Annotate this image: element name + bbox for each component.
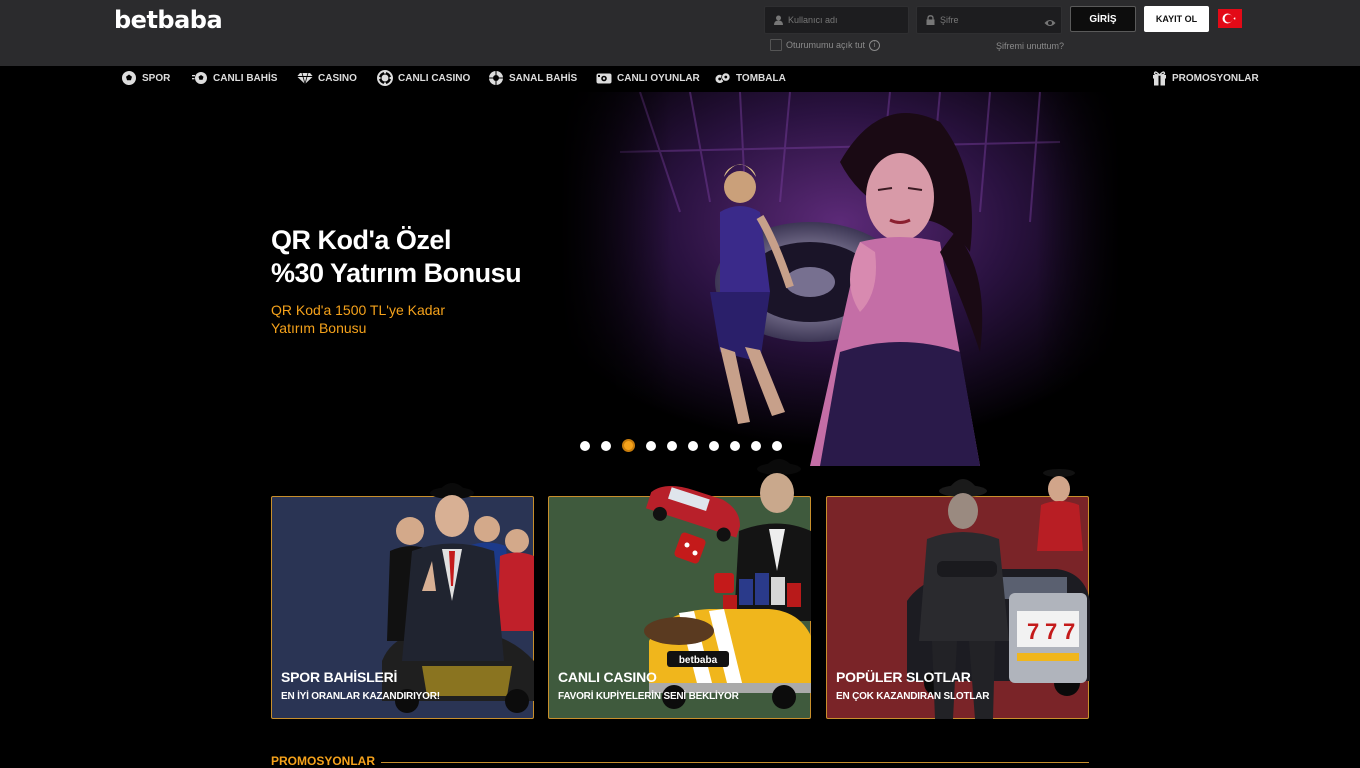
slider-dot[interactable] <box>601 440 611 451</box>
nav-item-label: CANLI CASINO <box>398 72 471 84</box>
user-icon <box>773 15 783 25</box>
nav-item-label: SANAL BAHİS <box>509 72 578 84</box>
section-divider <box>381 762 1089 763</box>
turkey-flag-icon[interactable] <box>1218 9 1242 28</box>
nav-item-spor[interactable]: SPOR <box>121 70 170 86</box>
svg-text:7: 7 <box>1027 619 1039 644</box>
hero-slider[interactable]: QR Kod'a Özel %30 Yatırım Bonusu QR Kod'… <box>0 92 1360 466</box>
card-subtitle: EN İYİ ORANLAR KAZANDIRIYOR! <box>281 691 440 702</box>
slider-dot[interactable] <box>667 440 677 451</box>
slider-dot[interactable] <box>709 440 719 451</box>
login-button[interactable]: GİRİŞ <box>1070 6 1136 32</box>
username-input[interactable] <box>788 15 898 25</box>
svg-text:betbaba: betbaba <box>679 655 718 666</box>
slider-dot[interactable] <box>688 440 698 451</box>
remember-label: Oturumumu açık tut <box>786 40 866 50</box>
nav-item-label: PROMOSYONLAR <box>1172 72 1259 84</box>
slider-dot[interactable] <box>622 439 635 452</box>
lottery-balls-icon <box>715 70 731 86</box>
logo[interactable]: betbaba <box>114 6 223 34</box>
svg-text:7: 7 <box>1045 619 1057 644</box>
slider-dots <box>580 439 793 452</box>
password-input[interactable] <box>940 15 1050 25</box>
slider-dot[interactable] <box>751 440 761 451</box>
card-title: CANLI CASINO <box>558 669 657 685</box>
nav-item-casino[interactable]: CASINO <box>297 70 357 86</box>
top-bar: betbaba GİRİŞ KAYIT OL Oturumumu açık tu… <box>0 0 1360 66</box>
nav-item-sanal-bahis[interactable]: SANAL BAHİS <box>488 70 577 86</box>
remember-checkbox[interactable] <box>770 39 782 51</box>
virtual-ball-icon <box>488 70 504 86</box>
promotions-section-title: PROMOSYONLAR <box>271 754 376 768</box>
card-title: POPÜLER SLOTLAR <box>836 669 971 685</box>
svg-text:7: 7 <box>1063 619 1075 644</box>
card-populer-slotlar[interactable]: 7 7 7 POPÜLER SLOTLAR EN ÇOK KAZANDIRAN … <box>826 469 1090 719</box>
username-field[interactable] <box>764 6 909 34</box>
remember-me[interactable]: Oturumumu açık tut i <box>770 39 881 51</box>
eye-icon[interactable] <box>1044 15 1056 26</box>
nav-item-tombala[interactable]: TOMBALA <box>715 70 786 86</box>
password-field[interactable] <box>916 6 1062 34</box>
soccer-ball-icon <box>121 70 137 86</box>
hero-subtitle-line1: QR Kod'a 1500 TL'ye Kadar <box>271 302 445 318</box>
main-nav: SPOR CANLI BAHİS CASINO CANLI CASINO SAN… <box>0 66 1360 92</box>
forgot-password-link[interactable]: Şifremi unuttum? <box>996 41 1064 51</box>
hero-title: QR Kod'a Özel %30 Yatırım Bonusu <box>271 224 522 290</box>
nav-item-canli-bahis[interactable]: CANLI BAHİS <box>192 70 277 86</box>
card-canli-casino[interactable]: betbaba CANLI CASINO FAVORİ KUPİYELERİN … <box>548 459 811 719</box>
gift-icon <box>1151 70 1167 86</box>
slider-dot[interactable] <box>772 440 782 451</box>
slider-dot[interactable] <box>730 440 740 451</box>
card-spor-bahisleri[interactable]: SPOR BAHİSLERİ EN İYİ ORANLAR KAZANDIRIY… <box>271 483 534 719</box>
nav-item-label: SPOR <box>142 72 171 84</box>
hero-subtitle-line2: Yatırım Bonusu <box>271 320 367 336</box>
casino-chip-icon <box>377 70 393 86</box>
card-subtitle: EN ÇOK KAZANDIRAN SLOTLAR <box>836 691 990 702</box>
slider-dot[interactable] <box>646 440 656 451</box>
diamond-icon <box>297 70 313 86</box>
slider-dot[interactable] <box>580 440 590 451</box>
nav-item-promosyonlar[interactable]: PROMOSYONLAR <box>1151 70 1259 86</box>
info-icon[interactable]: i <box>869 39 881 51</box>
hero-image <box>560 92 1120 466</box>
nav-item-canli-oyunlar[interactable]: CANLI OYUNLAR <box>596 70 700 86</box>
hero-title-line2: %30 Yatırım Bonusu <box>271 258 522 288</box>
card-title: SPOR BAHİSLERİ <box>281 669 398 685</box>
nav-item-label: CANLI OYUNLAR <box>617 72 700 84</box>
nav-item-label: CASINO <box>318 72 357 84</box>
nav-item-label: CANLI BAHİS <box>213 72 278 84</box>
hero-subtitle: QR Kod'a 1500 TL'ye Kadar Yatırım Bonusu <box>271 301 445 337</box>
card-subtitle: FAVORİ KUPİYELERİN SENİ BEKLİYOR <box>558 691 739 702</box>
hero-title-line1: QR Kod'a Özel <box>271 225 451 255</box>
nav-item-label: TOMBALA <box>736 72 786 84</box>
gamepad-icon <box>596 70 612 86</box>
lock-icon <box>925 15 935 25</box>
nav-item-canli-casino[interactable]: CANLI CASINO <box>377 70 470 86</box>
live-ball-icon <box>192 70 208 86</box>
register-button[interactable]: KAYIT OL <box>1144 6 1209 32</box>
